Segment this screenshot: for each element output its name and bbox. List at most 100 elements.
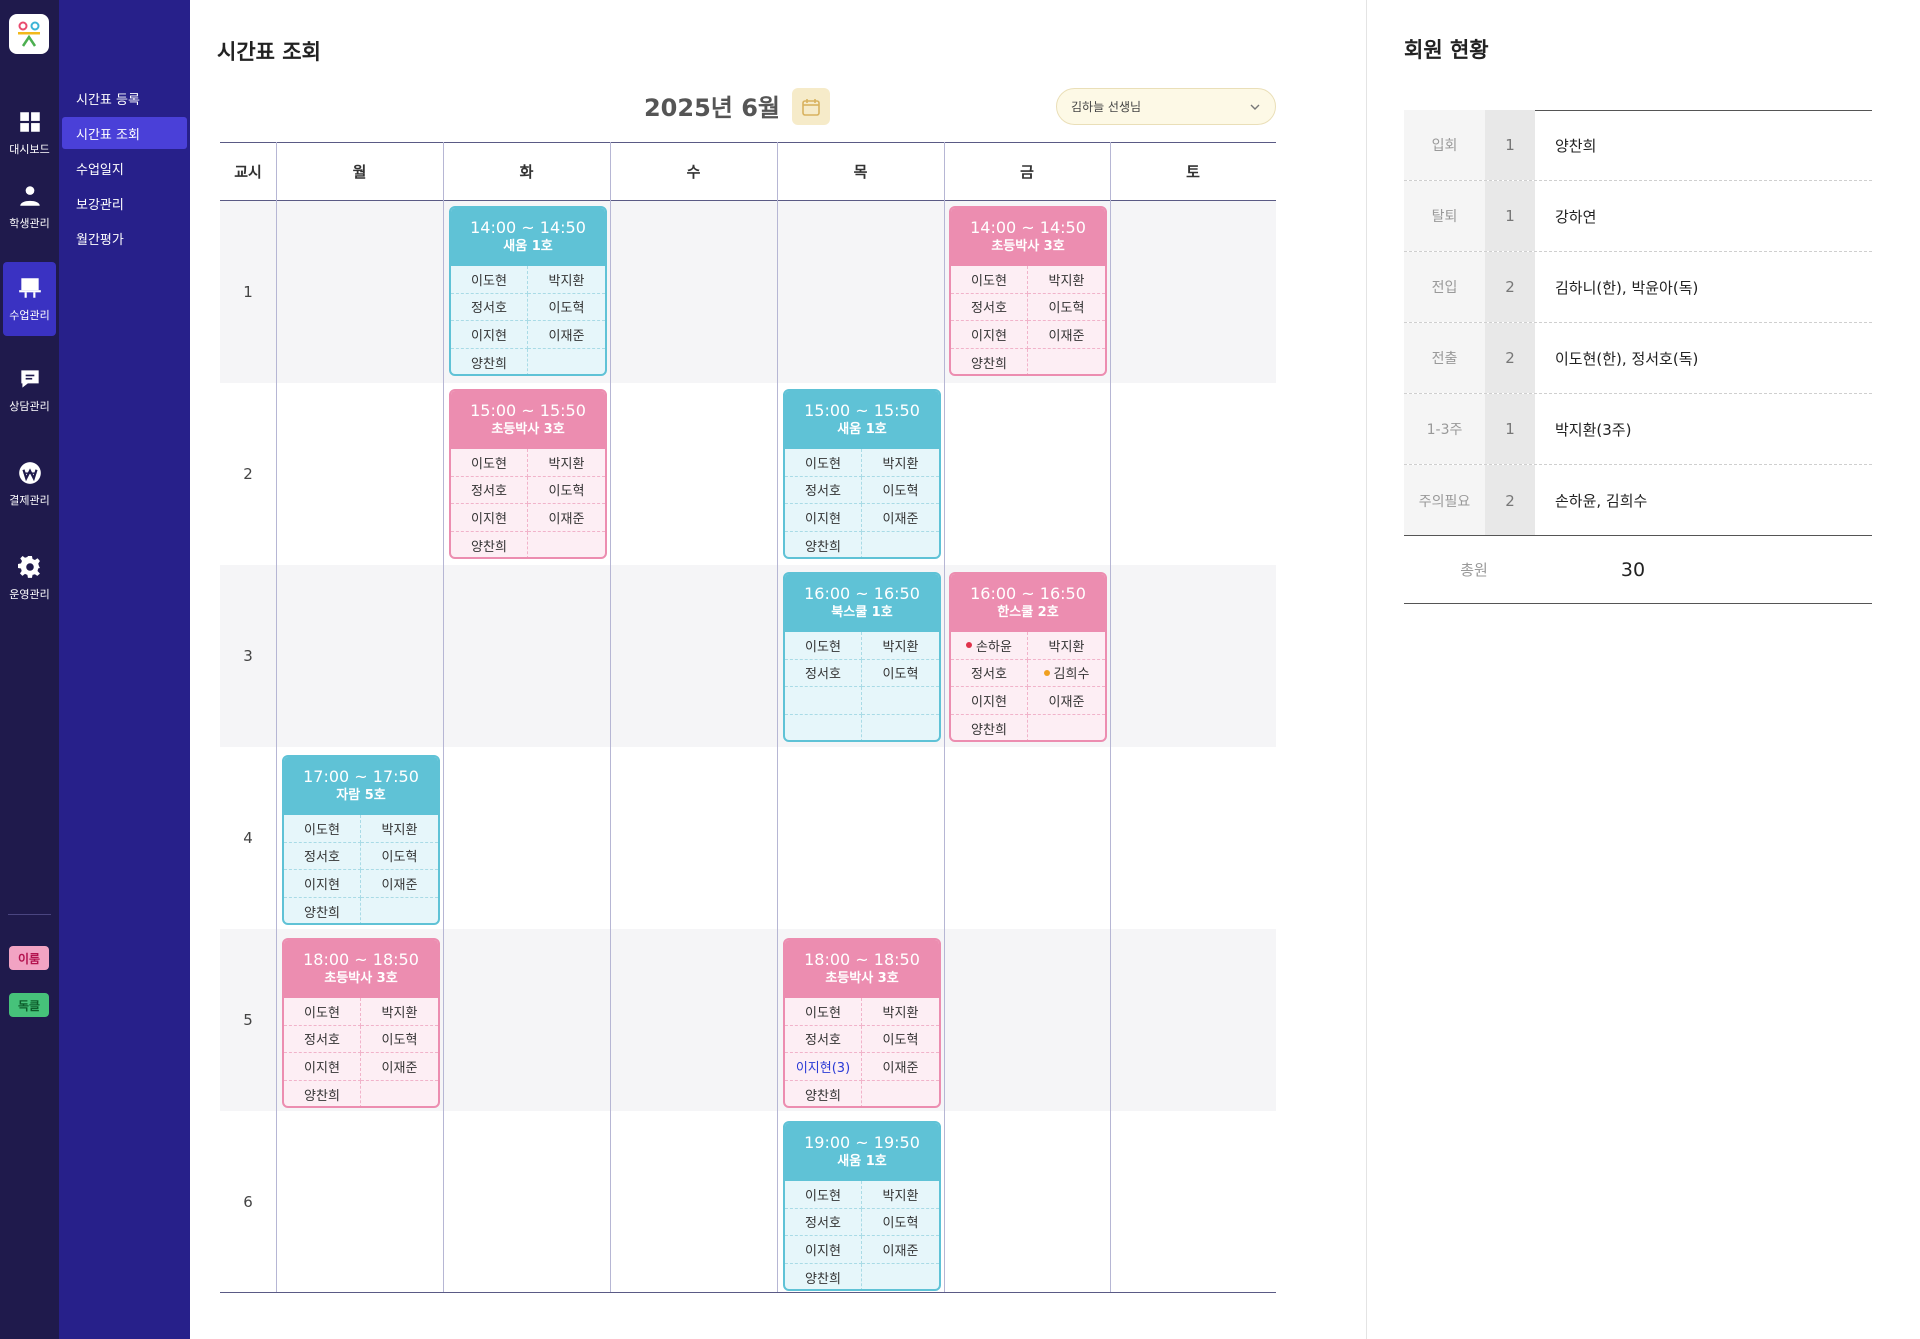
nav-students[interactable]: 학생관리 — [3, 170, 56, 244]
student-name[interactable]: 이도현 — [785, 998, 862, 1026]
student-name[interactable]: 정서호 — [785, 1208, 862, 1236]
student-name[interactable]: 이지현 — [284, 870, 361, 898]
submenu-schedule-register[interactable]: 시간표 등록 — [62, 82, 187, 114]
student-name[interactable]: 박지환 — [862, 449, 939, 477]
student-name[interactable]: 이재준 — [361, 1053, 438, 1081]
student-name[interactable]: 정서호 — [951, 293, 1028, 321]
student-name[interactable] — [862, 1264, 939, 1290]
class-card[interactable]: 14:00 ~ 14:50 새움 1호 이도현 박지환 정서호 이도혁 이지현 이재준… — [449, 206, 607, 376]
app-logo[interactable] — [9, 14, 49, 54]
class-card[interactable]: 18:00 ~ 18:50 초등박사 3호 이도현 박지환 정서호 이도혁 이지현(… — [783, 938, 941, 1108]
student-name[interactable]: 이도현 — [785, 1181, 862, 1209]
class-card[interactable]: 14:00 ~ 14:50 초등박사 3호 이도현 박지환 정서호 이도혁 이지현 이… — [949, 206, 1107, 376]
student-name[interactable]: 이도혁 — [862, 1026, 939, 1053]
student-name[interactable]: 박지환 — [862, 998, 939, 1026]
student-name[interactable] — [361, 1081, 438, 1107]
student-name[interactable]: 이도혁 — [361, 1026, 438, 1053]
student-name[interactable] — [785, 714, 862, 740]
brand-tag-dokkle[interactable]: 독클 — [9, 993, 49, 1017]
student-name[interactable]: 이도혁 — [862, 1209, 939, 1236]
student-name[interactable]: 양찬희 — [951, 714, 1028, 740]
class-card[interactable]: 16:00 ~ 16:50 북스쿨 1호 이도현 박지환 정서호 이도혁 — [783, 572, 941, 742]
student-name[interactable]: 양찬희 — [284, 897, 361, 923]
student-cell-flagged[interactable]: 손하윤 — [951, 632, 1028, 660]
student-name[interactable]: 정서호 — [785, 659, 862, 687]
student-name[interactable]: 이도현 — [451, 266, 528, 294]
student-name[interactable]: 양찬희 — [451, 348, 528, 374]
teacher-select[interactable]: 김하늘 선생님 — [1056, 88, 1276, 125]
student-name[interactable]: 이재준 — [862, 1053, 939, 1081]
student-name[interactable]: 이재준 — [361, 870, 438, 898]
student-name[interactable]: 이도현 — [785, 449, 862, 477]
student-name[interactable]: 양찬희 — [785, 531, 862, 557]
student-name[interactable]: 정서호 — [785, 476, 862, 504]
student-name[interactable]: 이도혁 — [1028, 294, 1105, 321]
student-name[interactable]: 이지현 — [284, 1053, 361, 1081]
class-card[interactable]: 18:00 ~ 18:50 초등박사 3호 이도현 박지환 정서호 이도혁 이지현 이… — [282, 938, 440, 1108]
nav-counsel[interactable]: 상담관리 — [3, 353, 56, 427]
calendar-button[interactable] — [792, 88, 830, 125]
nav-classes[interactable]: 수업관리 — [3, 262, 56, 336]
student-name[interactable]: 박지환 — [528, 449, 605, 477]
student-name[interactable] — [862, 687, 939, 715]
class-card[interactable]: 15:00 ~ 15:50 초등박사 3호 이도현 박지환 정서호 이도혁 이지현 이… — [449, 389, 607, 559]
student-name[interactable]: 양찬희 — [785, 1080, 862, 1106]
student-name-highlighted[interactable]: 이지현(3) — [785, 1053, 862, 1081]
student-name[interactable] — [1028, 715, 1105, 741]
student-name[interactable]: 박지환 — [1028, 632, 1105, 660]
student-name[interactable] — [361, 898, 438, 924]
student-name[interactable]: 박지환 — [528, 266, 605, 294]
submenu-class-log[interactable]: 수업일지 — [62, 152, 187, 184]
student-name[interactable]: 양찬희 — [785, 1263, 862, 1289]
class-card[interactable]: 16:00 ~ 16:50 한스쿨 2호 손하윤 박지환 정서호 김희수 이지현 이재… — [949, 572, 1107, 742]
class-card[interactable]: 19:00 ~ 19:50 새움 1호 이도현 박지환 정서호 이도혁 이지현 이재준… — [783, 1121, 941, 1291]
student-name[interactable]: 박지환 — [862, 1181, 939, 1209]
student-name[interactable]: 정서호 — [451, 476, 528, 504]
student-name[interactable]: 이도현 — [951, 266, 1028, 294]
student-name[interactable] — [528, 349, 605, 375]
student-name[interactable]: 이지현 — [451, 321, 528, 349]
student-name[interactable]: 이도현 — [451, 449, 528, 477]
student-name[interactable] — [862, 532, 939, 558]
student-name[interactable]: 양찬희 — [951, 348, 1028, 374]
student-name[interactable]: 정서호 — [284, 1025, 361, 1053]
student-name[interactable]: 정서호 — [451, 293, 528, 321]
student-name[interactable]: 이도혁 — [528, 477, 605, 504]
student-name[interactable]: 이재준 — [528, 321, 605, 349]
student-name[interactable]: 이도혁 — [528, 294, 605, 321]
student-name[interactable]: 이지현 — [451, 504, 528, 532]
student-name[interactable]: 이재준 — [528, 504, 605, 532]
class-card[interactable]: 17:00 ~ 17:50 자람 5호 이도현 박지환 정서호 이도혁 이지현 이재준… — [282, 755, 440, 925]
student-name[interactable]: 이지현 — [951, 687, 1028, 715]
student-name[interactable] — [785, 687, 862, 715]
student-name[interactable] — [528, 532, 605, 558]
student-name[interactable]: 이지현 — [951, 321, 1028, 349]
student-name[interactable]: 정서호 — [951, 659, 1028, 687]
student-name[interactable]: 이도혁 — [862, 477, 939, 504]
student-name[interactable]: 박지환 — [361, 815, 438, 843]
nav-dashboard[interactable]: 대시보드 — [3, 96, 56, 170]
student-name[interactable]: 이도현 — [785, 632, 862, 660]
nav-operation[interactable]: 운영관리 — [3, 541, 56, 615]
student-name[interactable]: 이도현 — [284, 998, 361, 1026]
student-name[interactable] — [862, 715, 939, 741]
submenu-makeup[interactable]: 보강관리 — [62, 187, 187, 219]
student-name[interactable]: 이재준 — [1028, 321, 1105, 349]
student-name[interactable]: 양찬희 — [284, 1080, 361, 1106]
student-name[interactable]: 이도현 — [284, 815, 361, 843]
student-name[interactable]: 정서호 — [785, 1025, 862, 1053]
student-name[interactable]: 박지환 — [1028, 266, 1105, 294]
student-name[interactable]: 정서호 — [284, 842, 361, 870]
nav-payment[interactable]: 결제관리 — [3, 447, 56, 521]
student-name[interactable]: 이도혁 — [361, 843, 438, 870]
class-card[interactable]: 15:00 ~ 15:50 새움 1호 이도현 박지환 정서호 이도혁 이지현 이재준… — [783, 389, 941, 559]
student-name[interactable]: 이재준 — [1028, 687, 1105, 715]
student-name[interactable]: 이지현 — [785, 1236, 862, 1264]
student-name[interactable]: 이지현 — [785, 504, 862, 532]
submenu-schedule-view[interactable]: 시간표 조회 — [62, 117, 187, 149]
student-name[interactable] — [1028, 349, 1105, 375]
student-cell-flagged[interactable]: 김희수 — [1028, 660, 1105, 687]
student-name[interactable]: 양찬희 — [451, 531, 528, 557]
student-name[interactable]: 이재준 — [862, 1236, 939, 1264]
student-name[interactable]: 박지환 — [361, 998, 438, 1026]
